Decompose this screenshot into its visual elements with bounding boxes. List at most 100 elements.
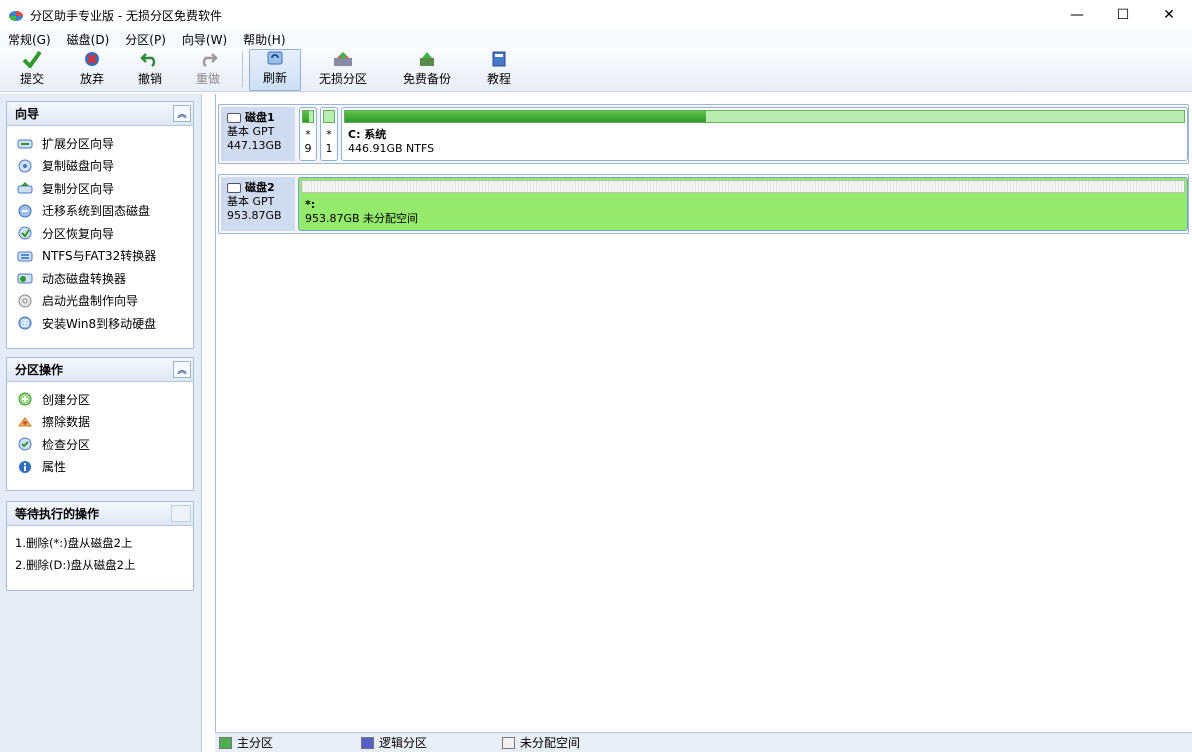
pending-toggle-button[interactable]	[171, 505, 191, 522]
wizard-extend-partition[interactable]: 扩展分区向导	[17, 132, 193, 155]
partition-block[interactable]: * 9	[299, 107, 317, 161]
tutorial-label: 教程	[486, 72, 511, 86]
create-partition-icon	[17, 391, 33, 407]
redo-label: 重做	[195, 72, 220, 86]
minimize-button[interactable]: —	[1054, 0, 1100, 30]
wizard-item-label: 安装Win8到移动硬盘	[42, 316, 157, 331]
extend-partition-icon	[17, 135, 33, 151]
partition-icon	[332, 49, 354, 68]
refresh-button[interactable]: 刷新	[249, 49, 301, 91]
op-create-partition[interactable]: 创建分区	[17, 388, 193, 411]
disk-row[interactable]: 磁盘1 基本 GPT 447.13GB * 9 * 1 C: 系统 446.91GB…	[218, 104, 1189, 164]
usage-bar	[344, 110, 1185, 123]
legend-label: 未分配空间	[520, 736, 581, 750]
wizard-ntfs-fat32[interactable]: NTFS与FAT32转换器	[17, 245, 193, 268]
disk-size: 447.13GB	[227, 139, 282, 152]
disk-info: 磁盘2 基本 GPT 953.87GB	[221, 177, 295, 231]
op-check-partition[interactable]: 检查分区	[17, 433, 193, 456]
disk-icon	[227, 183, 241, 193]
free-backup-label: 免费备份	[402, 72, 451, 86]
partition-block-c[interactable]: C: 系统 446.91GB NTFS	[341, 107, 1188, 161]
wizard-win8-to-go[interactable]: 安装Win8到移动硬盘	[17, 312, 193, 335]
disk-type: 基本 GPT	[227, 195, 275, 208]
pending-ops-title: 等待执行的操作	[15, 507, 100, 521]
partition-info: 953.87GB 未分配空间	[305, 212, 419, 225]
lossless-partition-button[interactable]: 无损分区	[301, 49, 385, 91]
menu-bar: 常规(G) 磁盘(D) 分区(P) 向导(W) 帮助(H)	[0, 30, 1192, 48]
wipe-icon	[17, 414, 33, 430]
checkmark-icon	[21, 49, 43, 68]
op-wipe-data[interactable]: 擦除数据	[17, 411, 193, 434]
legend-unallocated: 未分配空间	[502, 734, 580, 751]
partition-block-unallocated[interactable]: *: 953.87GB 未分配空间	[298, 177, 1188, 231]
disk-name: 磁盘1	[245, 111, 275, 124]
check-partition-icon	[17, 436, 33, 452]
legend-bar: 主分区 逻辑分区 未分配空间	[215, 732, 1192, 752]
menu-wizard[interactable]: 向导(W)	[174, 31, 235, 48]
usage-bar	[323, 110, 335, 123]
op-item-label: 创建分区	[42, 392, 91, 407]
wizard-partition-recovery[interactable]: 分区恢复向导	[17, 222, 193, 245]
wizard-item-label: 复制分区向导	[42, 181, 115, 196]
collapse-icon[interactable]: ︽	[173, 361, 191, 378]
wizard-panel: 向导 ︽ 扩展分区向导 复制磁盘向导 复制分区向导 迁移系统到固态磁盘 分区恢复…	[6, 101, 194, 349]
maximize-button[interactable]: ☐	[1100, 0, 1146, 30]
legend-logical: 逻辑分区	[361, 734, 502, 751]
disk-map-area: 磁盘1 基本 GPT 447.13GB * 9 * 1 C: 系统 446.91GB…	[215, 94, 1192, 732]
backup-icon	[416, 49, 438, 68]
convert-icon	[17, 248, 33, 264]
window-title: 分区助手专业版 - 无损分区免费软件	[30, 8, 222, 23]
wizard-item-label: 扩展分区向导	[42, 136, 115, 151]
cd-icon	[17, 293, 33, 309]
wizard-copy-partition[interactable]: 复制分区向导	[17, 177, 193, 200]
wizard-migrate-os-ssd[interactable]: 迁移系统到固态磁盘	[17, 200, 193, 223]
disk-size: 953.87GB	[227, 209, 282, 222]
wizard-item-label: NTFS与FAT32转换器	[42, 249, 157, 264]
partition-label: *:	[305, 198, 316, 211]
usage-bar	[302, 110, 314, 123]
disk-icon	[227, 113, 241, 123]
undo-button[interactable]: 撤销	[120, 49, 180, 91]
dynamic-disk-icon	[17, 270, 33, 286]
disk-row[interactable]: 磁盘2 基本 GPT 953.87GB *: 953.87GB 未分配空间	[218, 174, 1189, 234]
partition-block[interactable]: * 1	[320, 107, 338, 161]
menu-partition[interactable]: 分区(P)	[117, 31, 174, 48]
tutorial-button[interactable]: 教程	[469, 49, 529, 91]
legend-label: 主分区	[237, 736, 274, 750]
undo-label: 撤销	[137, 72, 162, 86]
redo-button[interactable]: 重做	[180, 49, 236, 91]
menu-general[interactable]: 常规(G)	[0, 31, 59, 48]
wizard-copy-disk[interactable]: 复制磁盘向导	[17, 155, 193, 178]
disk-name: 磁盘2	[245, 181, 275, 194]
left-pane: 向导 ︽ 扩展分区向导 复制磁盘向导 复制分区向导 迁移系统到固态磁盘 分区恢复…	[0, 94, 202, 752]
op-item-label: 擦除数据	[42, 415, 91, 430]
free-backup-button[interactable]: 免费备份	[385, 49, 469, 91]
wizard-item-label: 迁移系统到固态磁盘	[42, 204, 151, 219]
partition-label: C: 系统	[348, 128, 387, 141]
legend-primary: 主分区	[219, 734, 361, 751]
submit-button[interactable]: 提交	[0, 49, 64, 91]
unallocated-swatch-icon	[502, 736, 515, 749]
recovery-icon	[17, 225, 33, 241]
wizard-boot-cd[interactable]: 启动光盘制作向导	[17, 290, 193, 313]
wizard-panel-header: 向导 ︽	[7, 102, 193, 126]
info-icon	[17, 459, 33, 475]
discard-button[interactable]: 放弃	[64, 49, 120, 91]
primary-swatch-icon	[219, 736, 232, 749]
pending-ops-header: 等待执行的操作	[7, 502, 193, 526]
collapse-icon[interactable]: ︽	[173, 105, 191, 122]
disk-type: 基本 GPT	[227, 125, 275, 138]
wizard-dynamic-disk[interactable]: 动态磁盘转换器	[17, 267, 193, 290]
refresh-label: 刷新	[262, 71, 287, 85]
pending-op-item: 1.删除(*:)盘从磁盘2上	[15, 536, 133, 550]
close-button[interactable]: ✕	[1146, 0, 1192, 30]
wizard-panel-title: 向导	[15, 107, 40, 121]
menu-help[interactable]: 帮助(H)	[235, 31, 293, 48]
app-logo-icon	[8, 8, 24, 22]
discard-label: 放弃	[79, 72, 104, 86]
title-bar: 分区助手专业版 - 无损分区免费软件 — ☐ ✕	[0, 0, 1192, 30]
partition-info: 9	[304, 142, 312, 155]
menu-disk[interactable]: 磁盘(D)	[59, 31, 118, 48]
op-properties[interactable]: 属性	[17, 456, 193, 479]
copy-partition-icon	[17, 180, 33, 196]
